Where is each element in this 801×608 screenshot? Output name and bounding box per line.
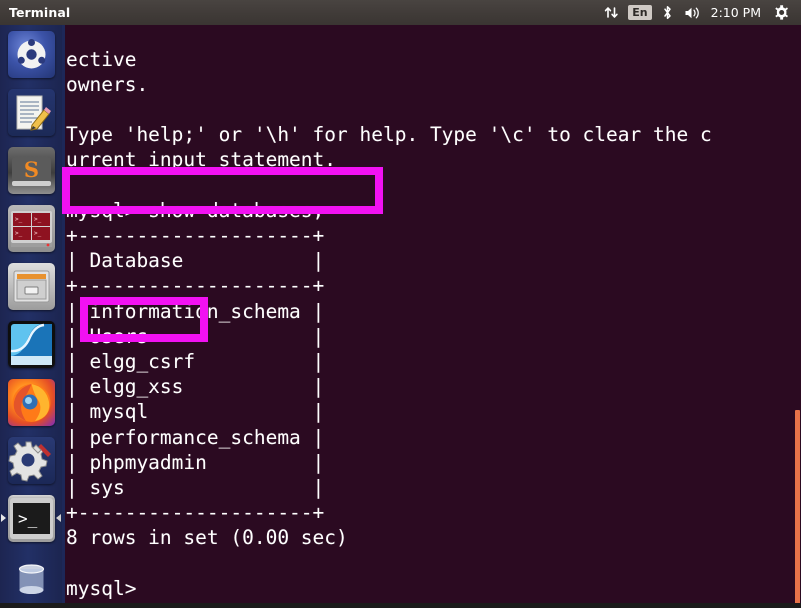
launcher-item-firefox[interactable] [0, 373, 62, 431]
launcher-item-wireshark[interactable] [0, 315, 62, 373]
trash-bin-icon [8, 557, 55, 604]
terminal-scrollbar-track[interactable] [789, 25, 801, 608]
keyboard-layout-label: En [628, 4, 652, 21]
launcher-item-system-settings[interactable] [0, 431, 62, 489]
launcher-active-arrow-right [56, 514, 61, 522]
launcher-item-ubuntu-dash[interactable] [0, 25, 62, 83]
top-panel: Terminal En 2:10 PM [0, 0, 801, 25]
svg-text:>_: >_ [15, 216, 23, 223]
panel-indicator-area: En 2:10 PM [599, 0, 801, 25]
red-terminal-panes-icon: >_ >_ >_ >_ [7, 204, 55, 252]
window-title: Terminal [9, 5, 71, 20]
gear-icon[interactable] [768, 0, 795, 25]
svg-text:S: S [23, 157, 38, 182]
file-cabinet-icon [7, 262, 55, 310]
launcher-item-file-manager[interactable] [0, 257, 62, 315]
svg-text:>_: >_ [15, 230, 23, 237]
bluetooth-icon[interactable] [656, 0, 679, 25]
svg-text:>_: >_ [34, 216, 42, 223]
svg-text:>_: >_ [18, 509, 38, 528]
launcher-item-terminator[interactable]: >_ >_ >_ >_ [0, 199, 62, 257]
terminal-prompt-icon: >_ [7, 494, 55, 542]
terminal-scrollbar-thumb[interactable] [795, 410, 800, 606]
wireshark-fin-icon [7, 320, 55, 368]
document-pencil-icon [7, 88, 55, 136]
sublime-s-icon: S [7, 146, 55, 194]
keyboard-layout-indicator[interactable]: En [624, 0, 655, 25]
desktop-bottom-strip [0, 603, 801, 608]
gear-wrench-icon [7, 436, 55, 484]
firefox-icon [7, 378, 55, 426]
volume-icon[interactable] [679, 0, 707, 25]
terminal-left-edge [62, 25, 65, 608]
svg-text:>_: >_ [34, 230, 42, 237]
launcher-item-sublime-text[interactable]: S [0, 141, 62, 199]
unity-launcher: S >_ >_ >_ >_ >_ [0, 25, 62, 608]
launcher-active-arrow-left [1, 514, 6, 522]
terminal-output: ective owners. Type 'help;' or '\h' for … [66, 47, 712, 600]
launcher-item-terminal[interactable]: >_ [0, 489, 62, 547]
launcher-item-text-editor[interactable] [0, 83, 62, 141]
network-updown-icon[interactable] [599, 0, 624, 25]
launcher-item-trash[interactable] [0, 552, 62, 608]
terminal-window[interactable]: ective owners. Type 'help;' or '\h' for … [62, 25, 801, 608]
ubuntu-logo-icon [7, 30, 55, 78]
clock[interactable]: 2:10 PM [707, 5, 768, 20]
